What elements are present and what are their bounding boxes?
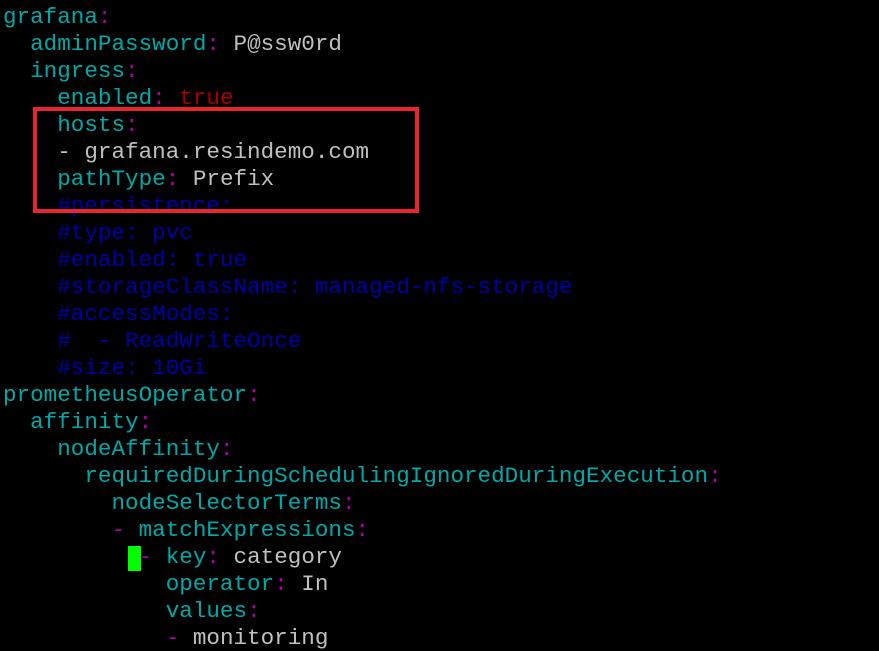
yaml-comment-read-write-once: # - ReadWriteOnce (57, 328, 302, 354)
yaml-line-required-during-scheduling: requiredDuringSchedulingIgnoredDuringExe… (84, 463, 722, 489)
text-cursor (128, 546, 141, 571)
yaml-line-ingress: ingress: (30, 58, 139, 84)
terminal-window[interactable]: grafana: adminPassword: P@ssw0rd ingress… (0, 0, 879, 651)
yaml-comment-size: #size: 10Gi (57, 355, 207, 381)
yaml-line-node-affinity: nodeAffinity: (57, 436, 234, 462)
yaml-line-node-selector-terms: nodeSelectorTerms: (111, 490, 356, 516)
yaml-line-operator: operator: In (165, 571, 329, 597)
yaml-line-values-monitoring: - monitoring (165, 625, 329, 651)
yaml-comment-storage-class: #storageClassName: managed-nfs-storage (57, 274, 573, 300)
yaml-line-grafana: grafana: (3, 4, 112, 30)
yaml-comment-persistence: #persistence: (57, 193, 234, 219)
yaml-comment-access-modes: #accessModes: (57, 301, 234, 327)
yaml-comment-enabled: #enabled: true (57, 247, 248, 273)
yaml-line-match-expressions: - matchExpressions: (111, 517, 370, 543)
yaml-line-ingress-enabled: enabled: true (57, 85, 234, 111)
yaml-line-admin-password: adminPassword: P@ssw0rd (30, 31, 342, 57)
yaml-line-affinity: affinity: (30, 409, 153, 435)
yaml-comment-type: #type: pvc (57, 220, 193, 246)
yaml-line-values: values: (165, 598, 261, 624)
yaml-line-hosts: hosts: (57, 112, 139, 138)
yaml-line-key-category: - key: category (138, 544, 342, 570)
yaml-line-host-entry: - grafana.resindemo.com (57, 139, 370, 165)
yaml-line-prometheus-operator: prometheusOperator: (3, 382, 261, 408)
yaml-line-path-type: pathType: Prefix (57, 166, 275, 192)
